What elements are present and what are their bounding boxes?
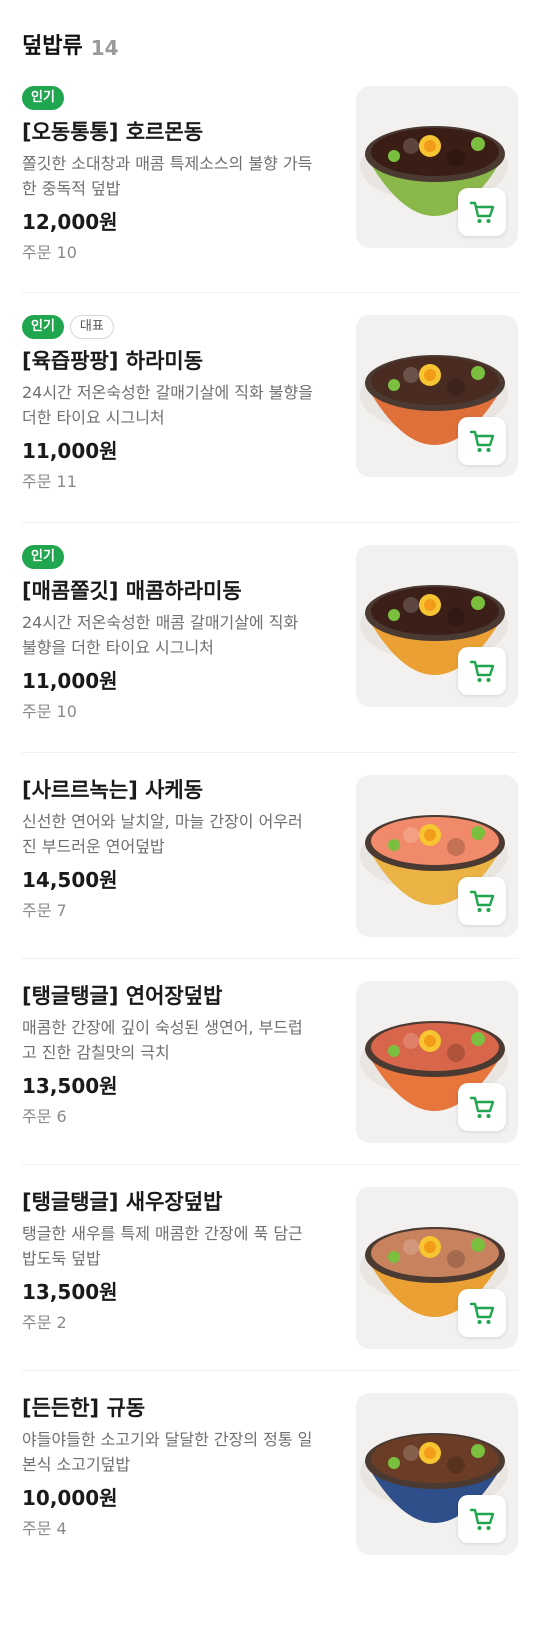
signature-badge: 대표 [69, 315, 114, 339]
menu-item-name: [사르르녹는] 사케동 [22, 778, 204, 802]
badge-group: 인기 [22, 86, 317, 111]
menu-item-description: 탱글한 새우를 특제 매콤한 간장에 푹 담근 밥도둑 덮밥 [22, 1224, 303, 1268]
menu-item-order-count: 주문 2 [22, 1313, 67, 1332]
add-to-cart-button[interactable] [458, 417, 506, 465]
add-to-cart-button[interactable] [458, 647, 506, 695]
cart-icon [469, 1096, 495, 1118]
menu-item-order-count: 주문 7 [22, 901, 67, 920]
badge-group: 인기 [22, 545, 317, 570]
badge-group: 인기 대표 [22, 315, 317, 340]
menu-page: 덮밥류 14 인기 [오동통통] 호르몬동쫄깃한 소대창과 매콤 특제소스의 불향… [0, 0, 540, 1577]
menu-item-price: 10,000원 [22, 1486, 118, 1510]
menu-item-info: [든든한] 규동야들야들한 소고기와 달달한 간장의 정통 일본식 소고기덮밥 1… [22, 1393, 317, 1541]
popular-badge: 인기 [22, 545, 64, 569]
menu-item-name: [육즙팡팡] 하라미동 [22, 349, 204, 373]
menu-item-info: [탱글탱글] 연어장덮밥매콤한 간장에 깊이 숙성된 생연어, 부드럽고 진한 … [22, 981, 317, 1129]
menu-item-photo[interactable] [356, 981, 518, 1143]
add-to-cart-button[interactable] [458, 1495, 506, 1543]
menu-item-info: 인기 [오동통통] 호르몬동쫄깃한 소대창과 매콤 특제소스의 불향 가득한 중독… [22, 86, 317, 265]
menu-item-order-count: 주문 10 [22, 702, 77, 721]
section-title: 덮밥류 [22, 34, 83, 59]
menu-item-order-count: 주문 6 [22, 1107, 67, 1126]
add-to-cart-button[interactable] [458, 1083, 506, 1131]
menu-item[interactable]: [든든한] 규동야들야들한 소고기와 달달한 간장의 정통 일본식 소고기덮밥 1… [22, 1371, 518, 1577]
menu-item-name: [탱글탱글] 새우장덮밥 [22, 1190, 223, 1214]
cart-icon [469, 660, 495, 682]
add-to-cart-button[interactable] [458, 1289, 506, 1337]
menu-item-description: 쫄깃한 소대창과 매콤 특제소스의 불향 가득한 중독적 덮밥 [22, 154, 313, 198]
add-to-cart-button[interactable] [458, 188, 506, 236]
popular-badge: 인기 [22, 315, 64, 339]
menu-item-photo[interactable] [356, 86, 518, 248]
cart-icon [469, 1508, 495, 1530]
section-header: 덮밥류 14 [22, 0, 518, 74]
menu-item-order-count: 주문 4 [22, 1519, 67, 1538]
menu-item-description: 24시간 저온숙성한 갈매기살에 직화 불향을 더한 타이요 시그니처 [22, 383, 313, 427]
section-count: 14 [90, 36, 119, 60]
menu-item-photo[interactable] [356, 775, 518, 937]
menu-item-info: [사르르녹는] 사케동신선한 연어와 날치알, 마늘 간장이 어우러진 부드러운… [22, 775, 317, 923]
menu-item-info: 인기 [매콤쫄깃] 매콤하라미동 24시간 저온숙성한 매콤 갈매기살에 직화 불향… [22, 545, 317, 724]
menu-item-photo[interactable] [356, 1187, 518, 1349]
menu-item-price: 14,500원 [22, 868, 118, 892]
menu-item[interactable]: 인기 [오동통통] 호르몬동쫄깃한 소대창과 매콤 특제소스의 불향 가득한 중독… [22, 74, 518, 293]
menu-item[interactable]: [사르르녹는] 사케동신선한 연어와 날치알, 마늘 간장이 어우러진 부드러운… [22, 753, 518, 959]
menu-item-info: 인기 대표 [육즙팡팡] 하라미동 24시간 저온숙성한 갈매기살에 직화 불향을 더… [22, 315, 317, 494]
menu-item-order-count: 주문 10 [22, 243, 77, 262]
menu-item-price: 13,500원 [22, 1074, 118, 1098]
menu-item-price: 13,500원 [22, 1280, 118, 1304]
add-to-cart-button[interactable] [458, 877, 506, 925]
menu-item[interactable]: [탱글탱글] 연어장덮밥매콤한 간장에 깊이 숙성된 생연어, 부드럽고 진한 … [22, 959, 518, 1165]
menu-item-price: 11,000원 [22, 669, 118, 693]
menu-item-photo[interactable] [356, 315, 518, 477]
popular-badge: 인기 [22, 86, 64, 110]
menu-item-description: 24시간 저온숙성한 매콤 갈매기살에 직화 불향을 더한 타이요 시그니처 [22, 613, 299, 657]
menu-item-description: 야들야들한 소고기와 달달한 간장의 정통 일본식 소고기덮밥 [22, 1430, 313, 1474]
menu-item-photo[interactable] [356, 545, 518, 707]
menu-item-photo[interactable] [356, 1393, 518, 1555]
cart-icon [469, 1302, 495, 1324]
menu-item[interactable]: [탱글탱글] 새우장덮밥탱글한 새우를 특제 매콤한 간장에 푹 담근 밥도둑 … [22, 1165, 518, 1371]
cart-icon [469, 890, 495, 912]
menu-item-order-count: 주문 11 [22, 472, 77, 491]
menu-item[interactable]: 인기 [매콤쫄깃] 매콤하라미동 24시간 저온숙성한 매콤 갈매기살에 직화 불향… [22, 523, 518, 753]
menu-item-name: [든든한] 규동 [22, 1396, 146, 1420]
menu-item-description: 매콤한 간장에 깊이 숙성된 생연어, 부드럽고 진한 감칠맛의 극치 [22, 1018, 303, 1062]
menu-list: 인기 [오동통통] 호르몬동쫄깃한 소대창과 매콤 특제소스의 불향 가득한 중독… [22, 74, 518, 1577]
menu-item-price: 11,000원 [22, 439, 118, 463]
menu-item[interactable]: 인기 대표 [육즙팡팡] 하라미동 24시간 저온숙성한 갈매기살에 직화 불향을 더… [22, 293, 518, 523]
menu-item-info: [탱글탱글] 새우장덮밥탱글한 새우를 특제 매콤한 간장에 푹 담근 밥도둑 … [22, 1187, 317, 1335]
menu-item-price: 12,000원 [22, 210, 118, 234]
menu-item-name: [탱글탱글] 연어장덮밥 [22, 984, 223, 1008]
menu-item-name: [오동통통] 호르몬동 [22, 120, 204, 144]
cart-icon [469, 430, 495, 452]
cart-icon [469, 201, 495, 223]
menu-item-name: [매콤쫄깃] 매콤하라미동 [22, 579, 242, 603]
menu-item-description: 신선한 연어와 날치알, 마늘 간장이 어우러진 부드러운 연어덮밥 [22, 812, 303, 856]
